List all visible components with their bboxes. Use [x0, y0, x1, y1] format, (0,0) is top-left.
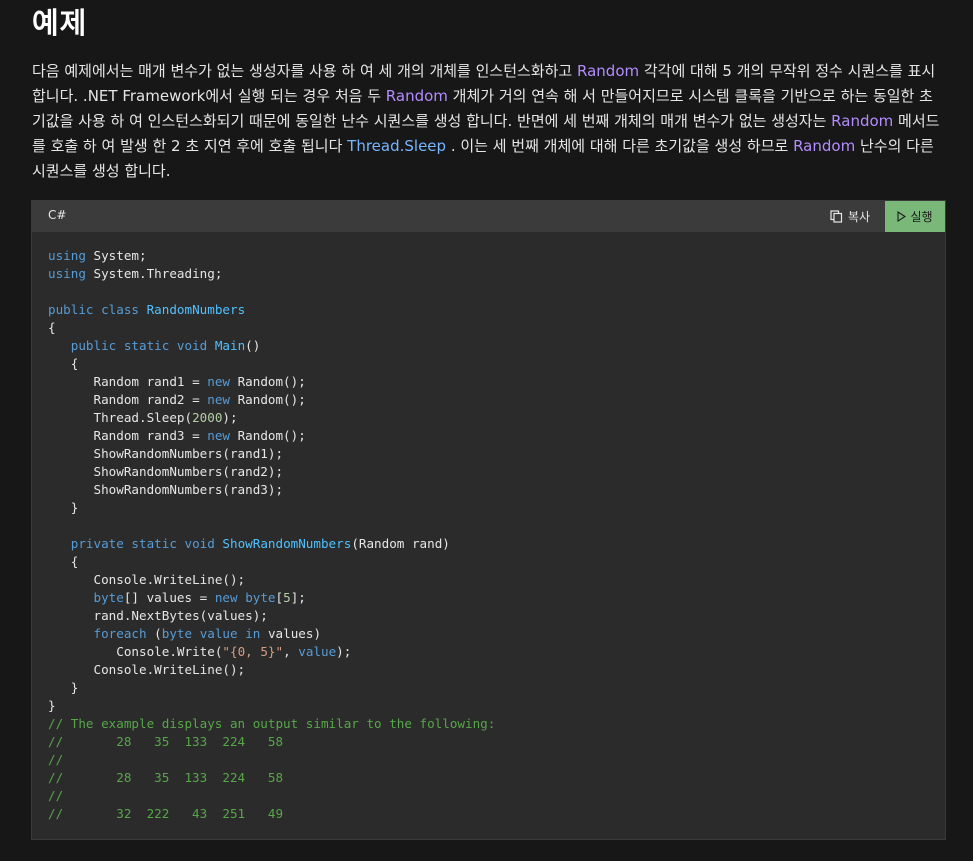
- code-token: Thread.Sleep(: [93, 410, 193, 425]
- code-token: (Random rand): [351, 536, 450, 551]
- code-token: Random rand2 =: [93, 392, 208, 407]
- code-token: (): [245, 338, 261, 353]
- code-token: Console.Write(: [116, 644, 223, 659]
- code-token: );: [336, 644, 352, 659]
- code-token: }: [70, 500, 79, 515]
- paragraph-text: 다음 예제에서는 매개 변수가 없는 생성자를 사용 하 여 세 개의 개체를 …: [32, 62, 577, 80]
- code-comment: // 32 222 43 251 49: [48, 806, 284, 821]
- code-token: Console.WriteLine();: [93, 572, 246, 587]
- code-token: rand.NextBytes(values);: [93, 608, 268, 623]
- code-token: ShowRandomNumbers(rand2);: [93, 464, 284, 479]
- code-token: RandomNumbers: [146, 302, 246, 317]
- code-header: C# 복사 실행: [32, 201, 945, 232]
- code-content: using System; using System.Threading; pu…: [48, 247, 495, 823]
- code-token: using: [48, 266, 86, 281]
- code-token: ShowRandomNumbers(rand3);: [93, 482, 284, 497]
- code-comment: // 28 35 133 224 58: [48, 734, 284, 749]
- code-token: System.Threading;: [85, 266, 223, 281]
- code-token: Main: [214, 338, 246, 353]
- random-link[interactable]: Random: [831, 112, 893, 130]
- code-token: values): [260, 626, 322, 641]
- code-token: "{0, 5}": [222, 644, 284, 659]
- code-token: );: [222, 410, 238, 425]
- code-token: [] values =: [123, 590, 215, 605]
- code-token: Random rand1 =: [93, 374, 208, 389]
- random-link[interactable]: Random: [577, 62, 639, 80]
- code-token: public class: [48, 302, 139, 317]
- code-comment: // 28 35 133 224 58: [48, 770, 284, 785]
- code-comment: //: [48, 752, 64, 767]
- code-token: (: [146, 626, 162, 641]
- thread-sleep-link[interactable]: Thread.Sleep: [347, 137, 446, 155]
- code-token: new: [214, 590, 238, 605]
- code-token: Random();: [229, 428, 306, 443]
- code-token: new: [207, 392, 230, 407]
- code-token: value: [298, 644, 337, 659]
- code-token: new: [207, 374, 230, 389]
- code-token: Random();: [229, 374, 306, 389]
- run-button[interactable]: 실행: [885, 201, 945, 232]
- code-token: in: [245, 626, 261, 641]
- code-token: {: [48, 320, 56, 335]
- code-token: [: [275, 590, 284, 605]
- code-token: Console.WriteLine();: [93, 662, 246, 677]
- random-link[interactable]: Random: [386, 87, 448, 105]
- code-comment: // The example displays an output simila…: [48, 716, 496, 731]
- section-heading: 예제: [32, 6, 88, 40]
- code-token: byte: [245, 590, 276, 605]
- copy-label: 복사: [848, 209, 871, 224]
- run-label: 실행: [910, 210, 933, 224]
- language-label: C#: [48, 208, 67, 222]
- code-token: Random rand3 =: [93, 428, 208, 443]
- code-token: private static void: [70, 536, 215, 551]
- code-comment: //: [48, 788, 64, 803]
- code-token: {: [70, 554, 79, 569]
- code-token: }: [70, 680, 79, 695]
- copy-button[interactable]: 복사: [830, 206, 870, 226]
- code-block: C# 복사 실행 using System; using System.Thre…: [31, 200, 946, 840]
- code-token: value: [199, 626, 238, 641]
- code-token: new: [207, 428, 230, 443]
- code-token: ];: [290, 590, 306, 605]
- code-token: foreach: [93, 626, 147, 641]
- code-token: 2000: [192, 410, 223, 425]
- random-link[interactable]: Random: [793, 137, 855, 155]
- code-token: ShowRandomNumbers: [222, 536, 352, 551]
- code-token: byte: [93, 590, 124, 605]
- code-token: 5: [283, 590, 291, 605]
- code-token: byte: [161, 626, 193, 641]
- code-token: public static void: [70, 338, 208, 353]
- play-icon: [897, 211, 907, 222]
- description-paragraph: 다음 예제에서는 매개 변수가 없는 생성자를 사용 하 여 세 개의 개체를 …: [32, 59, 944, 184]
- copy-icon: [830, 209, 843, 223]
- code-token: {: [70, 356, 79, 371]
- code-token: }: [48, 698, 56, 713]
- paragraph-text: . 이는 세 번째 개체에 대해 다른 초기값을 생성 하므로: [446, 137, 794, 155]
- code-token: ShowRandomNumbers(rand1);: [93, 446, 284, 461]
- code-token: using: [48, 248, 86, 263]
- code-token: System;: [85, 248, 147, 263]
- code-token: ,: [283, 644, 299, 659]
- code-token: Random();: [229, 392, 306, 407]
